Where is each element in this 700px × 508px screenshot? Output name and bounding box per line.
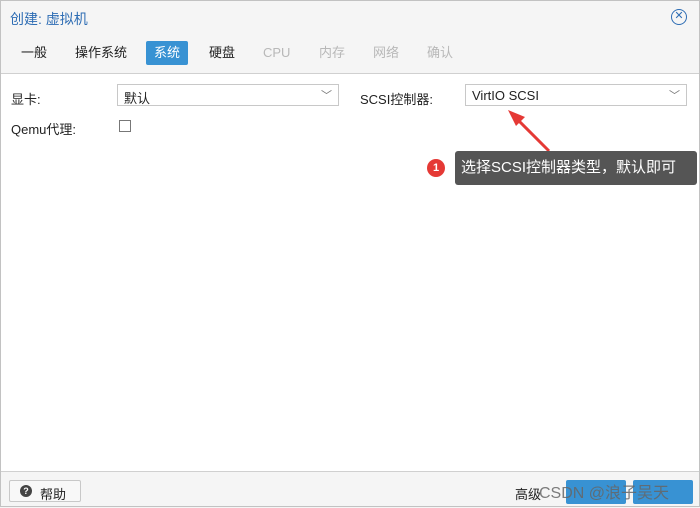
tab-memory[interactable]: 内存: [311, 41, 353, 65]
tab-confirm[interactable]: 确认: [419, 41, 461, 65]
tab-os[interactable]: 操作系统: [67, 41, 135, 65]
tab-disk[interactable]: 硬盘: [201, 41, 243, 65]
scsi-controller-select[interactable]: VirtIO SCSI ﹀: [465, 84, 687, 106]
help-button[interactable]: ? 帮助: [9, 480, 81, 502]
chevron-down-icon: ﹀: [321, 90, 332, 102]
annotation-callout: 选择SCSI控制器类型，默认即可: [455, 151, 697, 185]
tab-system[interactable]: 系统: [146, 41, 189, 65]
close-icon[interactable]: ✕: [671, 9, 687, 25]
qemu-agent-checkbox[interactable]: [119, 120, 131, 132]
system-panel: 显卡: 默认 ﹀ SCSI控制器: VirtIO SCSI ﹀ Qemu代理:: [1, 73, 699, 472]
graphics-label: 显卡:: [11, 92, 41, 107]
advanced-label: 高级: [515, 487, 542, 502]
dialog-title: 创建: 虚拟机: [10, 11, 88, 27]
create-vm-dialog: 创建: 虚拟机 ✕ 一般 操作系统 系统 硬盘 CPU 内存 网络 确认 显卡:…: [0, 0, 700, 507]
graphics-select[interactable]: 默认 ﹀: [117, 84, 339, 106]
wizard-tabs: 一般 操作系统 系统 硬盘 CPU 内存 网络 确认: [1, 41, 699, 65]
graphics-value: 默认: [124, 91, 151, 106]
step-badge: 1: [427, 159, 445, 177]
help-label: 帮助: [40, 487, 67, 502]
scsi-controller-label: SCSI控制器:: [360, 92, 433, 107]
qemu-agent-label: Qemu代理:: [11, 122, 77, 137]
scsi-controller-value: VirtIO SCSI: [472, 88, 539, 103]
tab-cpu[interactable]: CPU: [255, 41, 298, 65]
dialog-titlebar: 创建: 虚拟机 ✕: [1, 1, 699, 37]
tab-general[interactable]: 一般: [13, 41, 55, 65]
chevron-down-icon: ﹀: [669, 90, 680, 102]
tab-network[interactable]: 网络: [365, 41, 407, 65]
help-icon: ?: [20, 485, 32, 497]
csdn-watermark: CSDN @浪子吴天: [539, 485, 670, 502]
